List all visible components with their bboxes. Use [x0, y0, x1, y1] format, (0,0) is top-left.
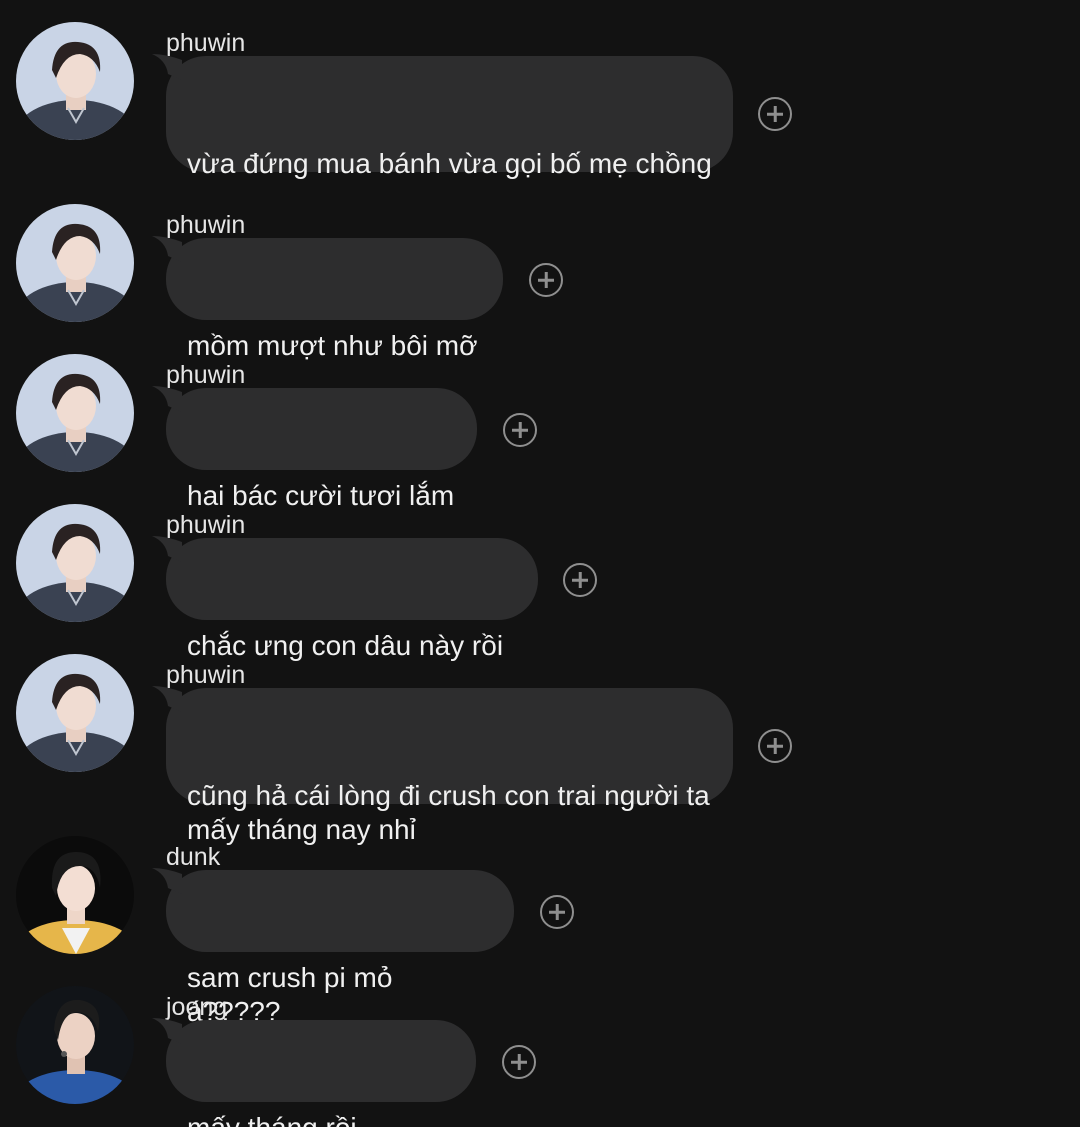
message-text: mấy tháng rồi á????? [187, 1112, 357, 1127]
message-row: phuwin hai bác cười tươi lắm [0, 354, 1080, 511]
message-bubble[interactable]: chắc ưng con dâu này rồi [152, 536, 538, 661]
message-row: joong mấy tháng rồi á????? [0, 986, 1080, 1127]
avatar-phuwin[interactable] [16, 204, 134, 322]
add-reaction-icon[interactable] [540, 895, 574, 929]
message-row: dunk sam crush pi mỏ á????? [0, 836, 1080, 1027]
message-text: mồm mượt như bôi mỡ [187, 330, 478, 361]
message-bubble[interactable]: mồm mượt như bôi mỡ [152, 236, 503, 361]
message-text: vừa đứng mua bánh vừa gọi bố mẹ chồng [187, 148, 712, 179]
add-reaction-icon[interactable] [529, 263, 563, 297]
avatar-joong[interactable] [16, 986, 134, 1104]
bubble-tail [152, 54, 182, 80]
bubble-tail [152, 536, 182, 562]
message-text: cũng hả cái lòng đi crush con trai người… [187, 780, 710, 845]
message-bubble[interactable]: sam crush pi mỏ á????? [152, 868, 514, 1027]
chat-thread: phuwin vừa đứng mua bánh vừa gọi bố mẹ c… [0, 0, 1080, 1127]
message-bubble[interactable]: hai bác cười tươi lắm [152, 386, 477, 511]
bubble-tail [152, 1018, 182, 1044]
message-row: phuwin vừa đứng mua bánh vừa gọi bố mẹ c… [0, 22, 1080, 179]
message-row: phuwin cũng hả cái lòng đi crush con tra… [0, 654, 1080, 845]
add-reaction-icon[interactable] [758, 729, 792, 763]
message-text: hai bác cười tươi lắm [187, 480, 455, 511]
message-row: phuwin chắc ưng con dâu này rồi [0, 504, 1080, 661]
message-row: phuwin mồm mượt như bôi mỡ [0, 204, 1080, 361]
avatar-phuwin[interactable] [16, 354, 134, 472]
avatar-phuwin[interactable] [16, 504, 134, 622]
bubble-tail [152, 868, 182, 894]
avatar-phuwin[interactable] [16, 22, 134, 140]
add-reaction-icon[interactable] [758, 97, 792, 131]
message-text: chắc ưng con dâu này rồi [187, 630, 504, 661]
message-bubble[interactable]: vừa đứng mua bánh vừa gọi bố mẹ chồng [152, 54, 733, 179]
add-reaction-icon[interactable] [503, 413, 537, 447]
avatar-dunk[interactable] [16, 836, 134, 954]
add-reaction-icon[interactable] [563, 563, 597, 597]
message-bubble[interactable]: mấy tháng rồi á????? [152, 1018, 476, 1127]
message-bubble[interactable]: cũng hả cái lòng đi crush con trai người… [152, 686, 733, 845]
bubble-tail [152, 686, 182, 712]
add-reaction-icon[interactable] [502, 1045, 536, 1079]
avatar-phuwin[interactable] [16, 654, 134, 772]
bubble-tail [152, 236, 182, 262]
bubble-tail [152, 386, 182, 412]
